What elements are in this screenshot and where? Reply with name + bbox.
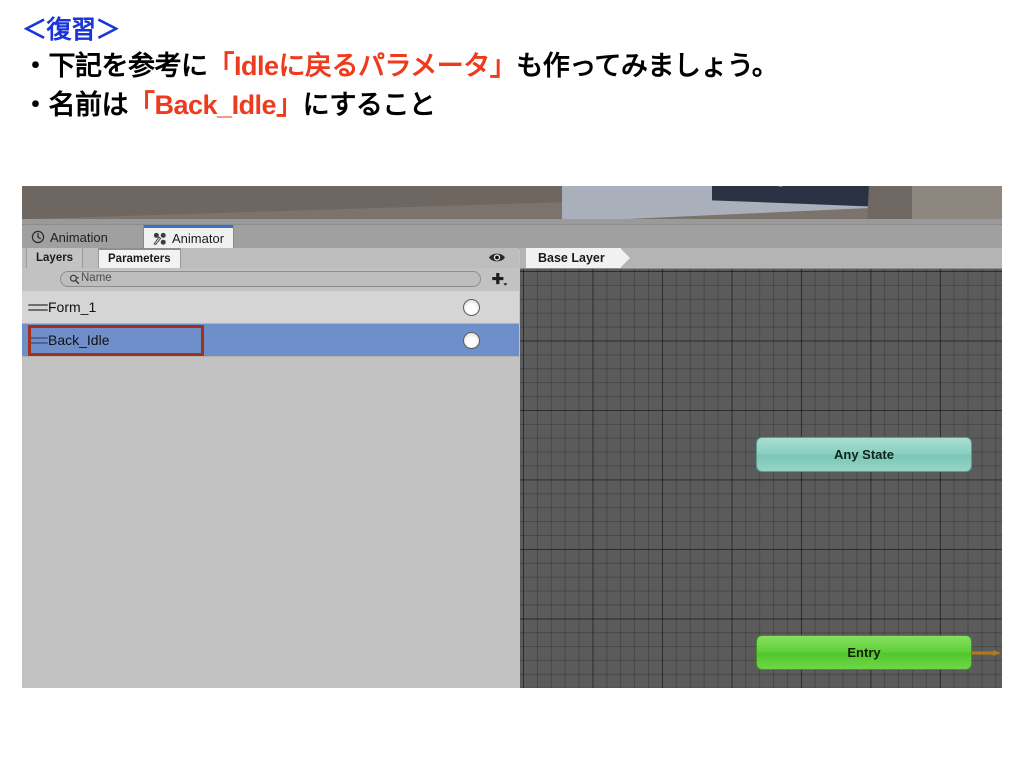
parameter-row-form-1[interactable]: Form_1	[22, 291, 519, 324]
tab-animator-label: Animator	[172, 231, 225, 246]
animator-window-body: Layers Parameters Name Form_1 Back_Idle …	[22, 248, 1002, 688]
plus-dropdown-icon[interactable]	[488, 270, 510, 288]
tab-animator[interactable]: Animator	[144, 225, 234, 249]
parameter-row-back-idle[interactable]: Back_Idle	[22, 324, 519, 357]
animator-left-panel: Layers Parameters Name Form_1 Back_Idle	[22, 248, 519, 688]
layer-breadcrumb-bar: Base Layer	[520, 248, 1002, 269]
transition-arrow-icon[interactable]	[972, 650, 1002, 656]
parameter-list: Form_1 Back_Idle	[22, 291, 519, 688]
unity-editor-screenshot: Animation Animator Layers Parameters Nam…	[22, 186, 1002, 688]
bullet-2-highlight: 「Back_Idle」	[128, 90, 303, 121]
drag-handle-icon[interactable]	[28, 336, 48, 344]
slide-heading: ＜復習＞	[22, 16, 121, 44]
search-input[interactable]: Name	[60, 271, 481, 287]
bullet-2-part-1: ・名前は	[22, 90, 129, 121]
bullet-2-part-3: にすること	[302, 90, 436, 121]
state-node-any-state[interactable]: Any State	[756, 437, 972, 472]
breadcrumb-base-layer[interactable]: Base Layer	[526, 248, 630, 268]
clock-icon	[31, 230, 45, 244]
slide-bullet-2: ・名前は「Back_Idle」にすること	[22, 86, 1002, 125]
tab-parameters[interactable]: Parameters	[98, 248, 181, 268]
animator-graph-panel: Base Layer Any State Entry	[520, 248, 1002, 688]
parameter-name: Back_Idle	[48, 332, 110, 348]
bullet-1-part-3: も作ってみましょう。	[516, 51, 779, 81]
tab-parameters-label: Parameters	[108, 253, 171, 265]
state-machine-canvas[interactable]: Any State Entry	[520, 269, 1002, 688]
breadcrumb-label: Base Layer	[538, 251, 605, 265]
tab-animation-label: Animation	[50, 229, 108, 245]
animator-state-machine-icon	[153, 232, 166, 245]
state-node-entry[interactable]: Entry	[756, 635, 972, 670]
state-node-label: Entry	[847, 645, 881, 660]
eye-icon[interactable]	[488, 251, 506, 264]
layers-parameters-tabrow: Layers Parameters	[22, 248, 519, 269]
bullet-1-highlight: 「Idleに戻るパラメータ」	[207, 51, 517, 81]
parameter-search-row: Name	[22, 268, 519, 292]
scene-view-strip	[22, 186, 1002, 224]
state-node-label: Any State	[834, 447, 894, 462]
editor-window-tabbar: Animation Animator	[22, 224, 1002, 249]
tab-layers-label: Layers	[36, 252, 74, 264]
parameter-name: Form_1	[48, 299, 97, 315]
search-magnifier-icon	[69, 274, 80, 284]
trigger-toggle[interactable]	[463, 298, 480, 316]
trigger-toggle[interactable]	[463, 331, 480, 349]
tab-animation[interactable]: Animation	[22, 225, 117, 249]
search-placeholder: Name	[81, 272, 112, 285]
tab-layers[interactable]: Layers	[26, 248, 84, 268]
slide-bullet-1: ・下記を参考に「Idleに戻るパラメータ」も作ってみましょう。	[22, 47, 1002, 86]
drag-handle-icon[interactable]	[28, 303, 48, 311]
bullet-1-part-1: ・下記を参考に	[22, 51, 208, 81]
slide-text-block: ＜復習＞ ・下記を参考に「Idleに戻るパラメータ」も作ってみましょう。 ・名前…	[22, 14, 1002, 125]
